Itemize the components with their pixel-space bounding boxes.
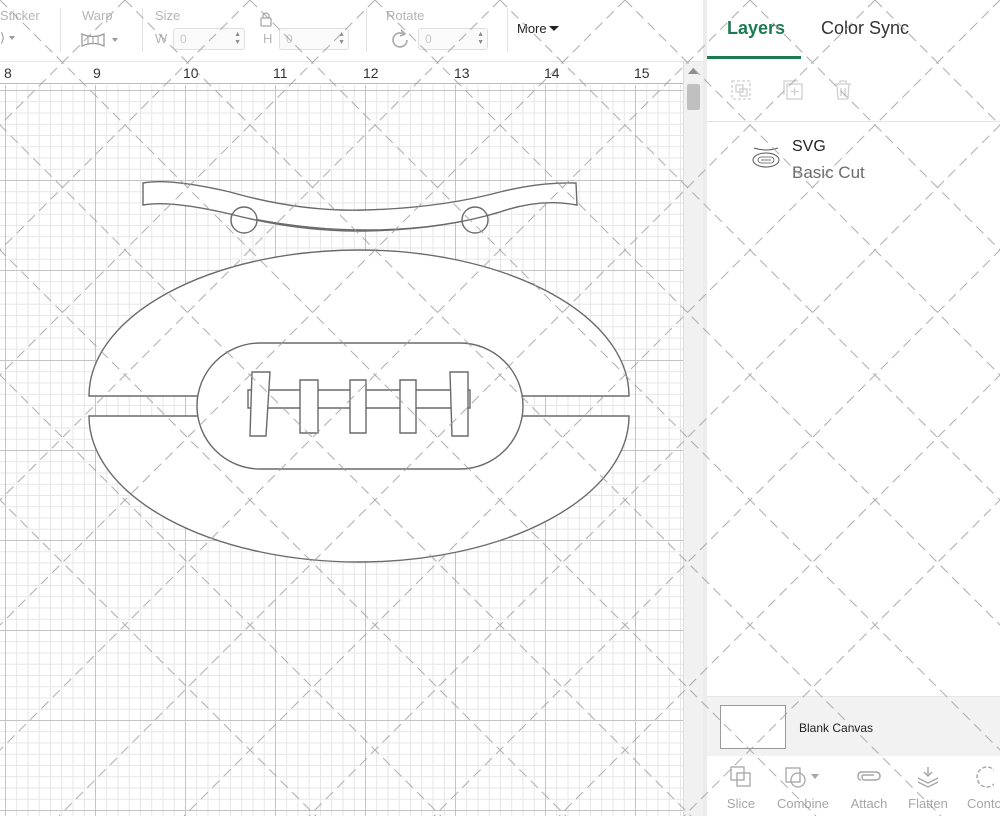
warp-dropdown[interactable] [80, 30, 118, 55]
trash-icon[interactable] [831, 78, 855, 102]
ruler-tick-label: 12 [363, 65, 379, 81]
width-letter: W [155, 31, 168, 46]
layer-thumbnail [752, 147, 780, 168]
more-label: More [517, 21, 547, 36]
canvas-settings-row[interactable]: Blank Canvas [707, 696, 1000, 756]
combine-icon [785, 767, 819, 788]
toolbar-separator [142, 8, 143, 52]
combine-button[interactable]: Combine [773, 756, 833, 816]
rotate-label: Rotate [386, 8, 425, 23]
ruler-tick-label: 13 [454, 65, 470, 81]
ruler-tick-label: 11 [273, 65, 288, 81]
rotate-stepper[interactable]: ▲ ▼ [477, 31, 484, 47]
group-icon[interactable] [729, 78, 753, 102]
width-stepper[interactable]: ▲ ▼ [234, 31, 241, 47]
height-letter: H [263, 31, 273, 46]
ruler-tick-label: 8 [4, 65, 12, 81]
ruler-tick-label: 9 [93, 65, 101, 81]
more-button[interactable]: More [517, 21, 559, 36]
rotate-icon [392, 29, 408, 48]
size-label: Size [155, 8, 181, 23]
size-group: Size W 0 ▲ ▼ H 0 ▲ ▼ [155, 0, 355, 62]
layers-panel: Layers Color Sync SVG Basic Cut Blank Ca… [707, 0, 1000, 816]
attach-label: Attach [850, 796, 888, 811]
layer-item[interactable]: SVG Basic Cut [707, 130, 1000, 190]
width-value: 0 [180, 32, 187, 46]
slice-button[interactable]: Slice [721, 756, 761, 816]
warp-icon [81, 32, 105, 48]
tab-color-sync[interactable]: Color Sync [821, 18, 909, 39]
toolbar-separator [60, 8, 61, 52]
slice-label: Slice [726, 796, 756, 811]
flatten-icon [917, 767, 939, 788]
ruler-tick-label: 10 [183, 65, 199, 81]
contour-button[interactable]: Conto [961, 756, 1000, 816]
contour-label: Conto [967, 796, 1000, 811]
attach-icon [857, 771, 881, 781]
toolbar-separator [507, 8, 508, 52]
duplicate-icon[interactable] [781, 78, 805, 102]
slice-icon [730, 766, 751, 787]
height-value: 0 [286, 32, 293, 46]
layer-operations-bar: Slice Combine Attach Flatten Conto [707, 756, 1000, 816]
layer-actions-bar [707, 62, 1000, 122]
active-tab-indicator [707, 56, 801, 59]
ruler-tick-label: 15 [634, 65, 650, 81]
rotate-value: 0 [425, 32, 432, 46]
horizontal-ruler: 8 9 10 11 12 13 14 15 [0, 62, 683, 84]
design-canvas[interactable] [0, 85, 683, 816]
height-stepper[interactable]: ▲ ▼ [338, 31, 345, 47]
toolbar-separator [366, 8, 367, 52]
rotate-input[interactable]: 0 ▲ ▼ [418, 28, 488, 50]
sticker-group: Sticker ⟩ [0, 0, 56, 62]
ruler-tick-label: 14 [544, 65, 560, 81]
combine-label: Combine [776, 796, 830, 811]
attach-button[interactable]: Attach [845, 756, 893, 816]
scroll-thumb[interactable] [687, 84, 700, 110]
lock-icon[interactable] [259, 10, 273, 28]
layer-operation[interactable]: Basic Cut [792, 163, 865, 183]
rotate-group: Rotate 0 ▲ ▼ [386, 0, 496, 62]
football-design[interactable] [0, 85, 683, 816]
warp-group: Warp [80, 0, 140, 62]
contour-icon [976, 766, 994, 788]
flatten-label: Flatten [908, 796, 948, 811]
warp-label: Warp [82, 8, 113, 23]
width-input[interactable]: 0 ▲ ▼ [173, 28, 245, 50]
top-banner-shape [142, 181, 578, 231]
scroll-up-icon[interactable] [688, 68, 698, 74]
tab-layers[interactable]: Layers [727, 18, 785, 39]
canvas-vertical-scrollbar[interactable] [683, 62, 703, 816]
layer-name: SVG [792, 138, 826, 155]
canvas-label: Blank Canvas [799, 721, 874, 735]
sticker-label: Sticker [0, 8, 40, 23]
canvas-color-swatch[interactable] [720, 705, 786, 749]
height-input[interactable]: 0 ▲ ▼ [279, 28, 349, 50]
edit-toolbar: Sticker ⟩ Warp Size W 0 ▲ ▼ H 0 ▲ ▼ Rotate… [0, 0, 703, 62]
sticker-dropdown[interactable]: ⟩ [0, 30, 15, 46]
chevron-down-icon [548, 26, 559, 31]
flatten-button[interactable]: Flatten [905, 756, 951, 816]
